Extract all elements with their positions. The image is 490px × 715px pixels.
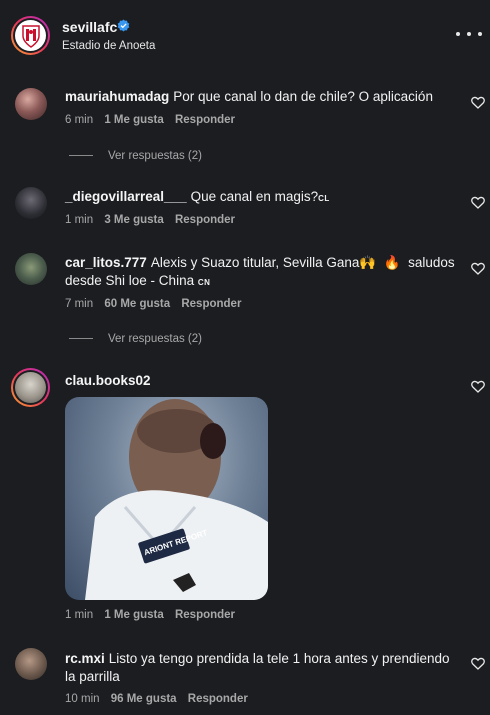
comment-likes[interactable]: 1 Me gusta: [104, 114, 163, 126]
verified-badge-icon: [117, 19, 130, 32]
fire-emoji: 🔥: [383, 255, 401, 270]
profile-avatar[interactable]: [11, 16, 50, 55]
comment-time: 6 min: [65, 114, 94, 126]
heart-icon[interactable]: [471, 657, 485, 670]
comment-time: 1 min: [65, 214, 94, 226]
comment-text: Que canal en magis?: [190, 189, 319, 204]
view-replies-button[interactable]: Ver respuestas (2): [69, 333, 202, 345]
comment-username[interactable]: clau.books02: [65, 373, 151, 388]
sevilla-crest-icon: [15, 20, 46, 51]
avatar[interactable]: [15, 187, 47, 219]
post-header: sevillafc Estadio de Anoeta: [0, 0, 490, 70]
raising-hands-emoji: 🙌: [359, 255, 377, 270]
comment-likes[interactable]: 96 Me gusta: [111, 693, 177, 705]
reply-button[interactable]: Responder: [188, 693, 248, 705]
comment-time: 7 min: [65, 298, 94, 310]
gif-image[interactable]: ARIONT REPORT: [65, 397, 268, 600]
comment-text: Alexis y Suazo titular, Sevilla Gana: [150, 255, 360, 270]
comment-username[interactable]: _diegovillarreal___: [65, 189, 187, 204]
avatar[interactable]: [15, 648, 47, 680]
comment-username[interactable]: mauriahumadag: [65, 89, 169, 104]
reply-button[interactable]: Responder: [175, 114, 235, 126]
heart-icon[interactable]: [471, 196, 485, 209]
comment-time: 10 min: [65, 693, 100, 705]
heart-icon[interactable]: [471, 262, 485, 275]
heart-icon[interactable]: [471, 380, 485, 393]
view-replies-button[interactable]: Ver respuestas (2): [69, 150, 202, 162]
more-horizontal-icon[interactable]: [456, 24, 482, 44]
flag-cn-icon: CN: [197, 278, 211, 287]
avatar[interactable]: [15, 88, 47, 120]
comment-likes[interactable]: 60 Me gusta: [104, 298, 170, 310]
comment-time: 1 min: [65, 609, 94, 621]
reply-button[interactable]: Responder: [181, 298, 241, 310]
reply-button[interactable]: Responder: [175, 609, 235, 621]
comment-text: Listo ya tengo prendida la tele 1 hora a…: [65, 651, 450, 684]
celebrating-player-gif: ARIONT REPORT: [85, 399, 268, 600]
header-username[interactable]: sevillafc: [62, 19, 117, 35]
post-location[interactable]: Estadio de Anoeta: [62, 40, 155, 52]
avatar[interactable]: [11, 368, 50, 407]
flag-cl-icon: CL: [318, 194, 330, 203]
heart-icon[interactable]: [471, 96, 485, 109]
comment-username[interactable]: car_litos.777: [65, 255, 147, 270]
comment-likes[interactable]: 1 Me gusta: [104, 609, 163, 621]
avatar[interactable]: [15, 253, 47, 285]
comment-likes[interactable]: 3 Me gusta: [104, 214, 163, 226]
reply-button[interactable]: Responder: [175, 214, 235, 226]
comment-username[interactable]: rc.mxi: [65, 651, 105, 666]
comment-text: Por que canal lo dan de chile? O aplicac…: [173, 89, 433, 104]
